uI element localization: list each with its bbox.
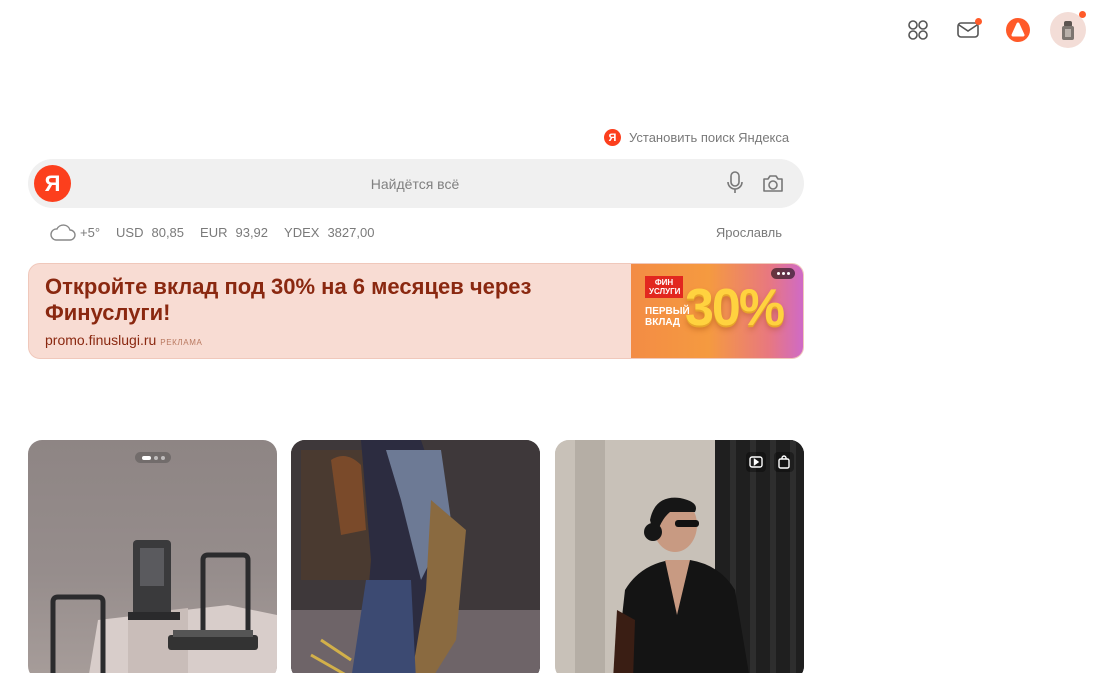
alice-icon: [1006, 18, 1030, 42]
install-search-link[interactable]: Я Установить поиск Яндекса: [604, 129, 789, 146]
feed-card[interactable]: [555, 440, 804, 673]
shopping-bag-icon: [778, 455, 790, 469]
banner-image-percent: 30%: [685, 279, 785, 337]
banner-image: ФИН УСЛУГИ ПЕРВЫЙ ВКЛАД 30%: [631, 264, 803, 358]
more-dot-icon: [786, 272, 790, 275]
temperature: +5°: [80, 224, 101, 240]
microphone-icon: [727, 171, 743, 193]
play-icon: [749, 456, 763, 468]
woman-photo-image: [555, 440, 804, 673]
rate-label: YDEX: [284, 224, 320, 240]
image-search-button[interactable]: [761, 171, 785, 195]
banner-title: Откройте вклад под 30% на 6 месяцев чере…: [45, 274, 532, 325]
ad-banner[interactable]: Откройте вклад под 30% на 6 месяцев чере…: [28, 263, 804, 359]
more-dot-icon: [781, 272, 785, 275]
profile-notification-dot: [1079, 11, 1086, 18]
treadmill-image: [50, 540, 277, 673]
search-input[interactable]: [80, 159, 750, 208]
profile-button[interactable]: [1050, 11, 1086, 48]
camera-icon: [763, 175, 783, 192]
yandex-logo-icon[interactable]: Я: [34, 165, 71, 202]
search-bar: Я: [28, 159, 804, 208]
top-toolbar: [900, 10, 1086, 50]
feed-card[interactable]: [291, 440, 540, 673]
info-row: +5° USD 80,85 EUR 93,92 YDEX 3827,00 Яросла…: [48, 221, 782, 243]
mail-notification-dot: [975, 18, 982, 25]
rate-label: USD: [116, 224, 144, 240]
ad-more-button[interactable]: [771, 268, 795, 279]
rate-label: EUR: [200, 224, 228, 240]
card-actions: [746, 452, 794, 472]
voice-search-button[interactable]: [723, 171, 747, 195]
ad-label: РЕКЛАМА: [160, 338, 203, 347]
cloud-icon: [50, 224, 76, 241]
feed-card[interactable]: [28, 440, 277, 673]
rate-ydex[interactable]: YDEX 3827,00: [284, 225, 374, 240]
city-link[interactable]: Ярославль: [716, 225, 782, 240]
services-grid-icon: [908, 20, 928, 40]
rate-value: 93,92: [235, 224, 269, 240]
fashion-image: [291, 440, 540, 673]
rate-usd[interactable]: USD 80,85: [116, 225, 184, 240]
video-button[interactable]: [746, 452, 766, 472]
rate-value: 80,85: [151, 224, 185, 240]
install-search-text: Установить поиск Яндекса: [629, 130, 790, 145]
yandex-mini-logo-icon: Я: [604, 129, 621, 146]
rate-value: 3827,00: [327, 224, 375, 240]
finuslugi-logo: ФИН УСЛУГИ: [645, 276, 683, 298]
shop-button[interactable]: [774, 452, 794, 472]
services-button[interactable]: [900, 12, 936, 48]
more-dot-icon: [776, 272, 780, 275]
weather-widget[interactable]: +5°: [48, 221, 100, 243]
rate-eur[interactable]: EUR 93,92: [200, 225, 268, 240]
alice-button[interactable]: [1000, 12, 1036, 48]
banner-domain: promo.finuslugi.ru РЕКЛАМА: [45, 332, 202, 348]
banner-domain-text: promo.finuslugi.ru: [45, 332, 157, 348]
mail-button[interactable]: [950, 12, 986, 48]
